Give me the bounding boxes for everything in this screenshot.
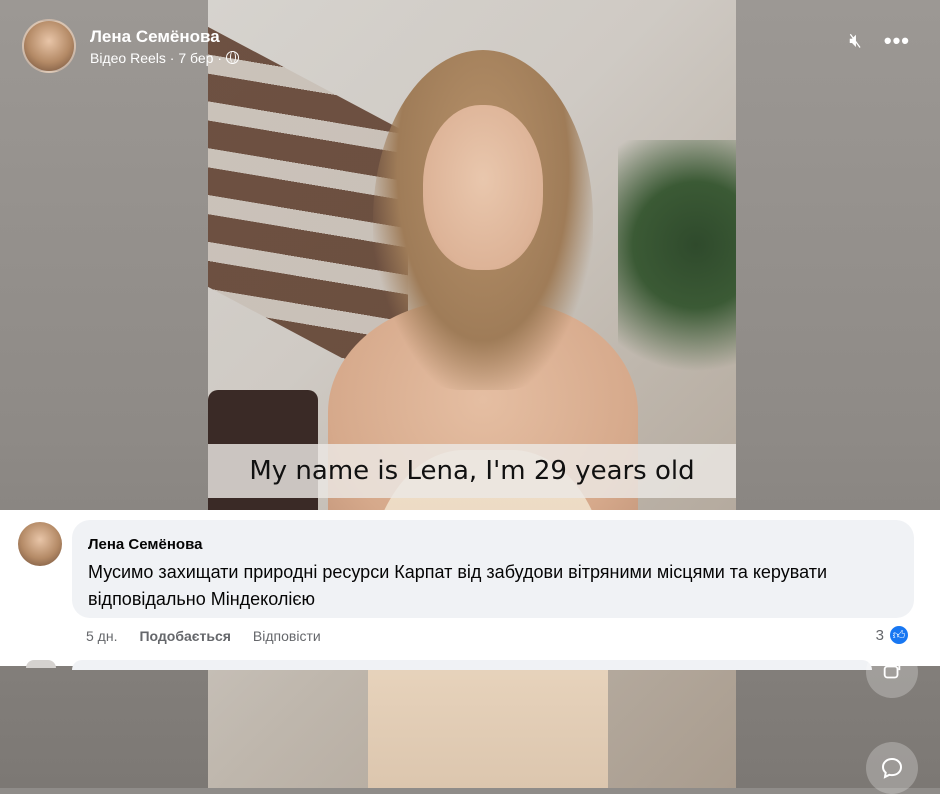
post-meta: Відео Reels · 7 бер · xyxy=(90,50,239,66)
comment-author[interactable]: Лена Семёнова xyxy=(88,536,898,553)
next-comment-avatar xyxy=(26,660,56,668)
comment-actions: 5 дн. Подобається Відповісти xyxy=(86,628,321,644)
next-comment-bubble xyxy=(72,660,872,670)
more-options-icon[interactable]: ••• xyxy=(884,30,910,52)
comment-time[interactable]: 5 дн. xyxy=(86,628,117,644)
comment-icon xyxy=(881,757,903,779)
comment-button[interactable] xyxy=(866,742,918,794)
reaction-count-number: 3 xyxy=(875,626,884,644)
share-button[interactable] xyxy=(866,646,918,698)
author-name[interactable]: Лена Семёнова xyxy=(90,27,239,47)
comment-bubble: Лена Семёнова Мусимо захищати природні р… xyxy=(72,520,914,618)
reaction-count[interactable]: 3 👍︎ xyxy=(876,624,910,646)
person-face xyxy=(423,105,543,270)
comment-avatar[interactable] xyxy=(18,522,62,566)
like-button[interactable]: Подобається xyxy=(139,628,230,644)
subtitle-bar: My name is Lena, I'm 29 years old xyxy=(208,444,736,498)
reply-button[interactable]: Відповісти xyxy=(253,628,321,644)
globe-icon xyxy=(225,51,239,64)
share-icon xyxy=(883,663,901,679)
video-controls: 🔇︎ ••• xyxy=(849,30,910,52)
video-person xyxy=(328,50,638,788)
comment-panel: Лена Семёнова Мусимо захищати природні р… xyxy=(0,510,940,670)
author-avatar[interactable] xyxy=(22,19,76,73)
mute-icon[interactable]: 🔇︎ xyxy=(849,31,862,51)
subtitle-text: My name is Lena, I'm 29 years old xyxy=(249,456,695,486)
thumbs-up-icon: 👍︎ xyxy=(888,624,910,646)
post-header: Лена Семёнова Відео Reels · 7 бер · xyxy=(22,18,239,74)
comment-text: Мусимо захищати природні ресурси Карпат … xyxy=(88,562,828,609)
post-meta-text: Відео Reels · 7 бер · xyxy=(90,49,222,66)
author-block: Лена Семёнова Відео Reels · 7 бер · xyxy=(90,27,239,66)
